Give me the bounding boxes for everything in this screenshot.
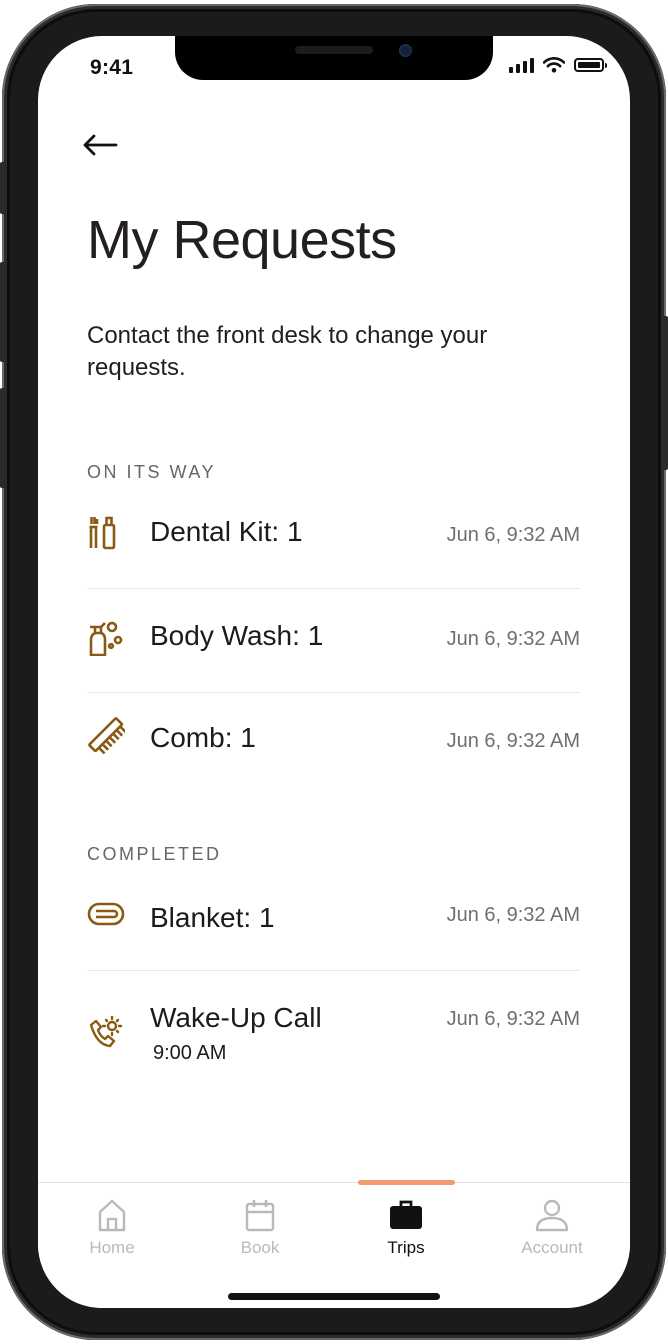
- request-detail: 9:00 AM: [153, 1042, 227, 1064]
- divider: [87, 588, 580, 589]
- back-arrow-icon[interactable]: [80, 130, 120, 160]
- page-subtitle: Contact the front desk to change your re…: [87, 322, 488, 381]
- status-icons: [509, 57, 607, 73]
- divider: [87, 970, 580, 971]
- mute-switch: [0, 162, 6, 214]
- volume-up-button: [0, 262, 6, 362]
- comb-icon: [88, 717, 125, 754]
- tab-account[interactable]: Account: [478, 1183, 626, 1273]
- home-icon: [98, 1199, 126, 1232]
- tab-label: Account: [521, 1238, 583, 1257]
- request-name: Wake-Up Call: [150, 1002, 322, 1033]
- tab-label: Home: [89, 1238, 135, 1257]
- power-button: [662, 316, 668, 470]
- request-item[interactable]: Wake-Up Call 9:00 AM Jun 6, 9:32 AM: [87, 994, 580, 1074]
- request-item[interactable]: Body Wash: 1 Jun 6, 9:32 AM: [87, 610, 580, 670]
- page-title: My Requests: [87, 210, 397, 270]
- blanket-icon: [87, 902, 125, 926]
- front-camera: [399, 44, 412, 57]
- tab-label: Trips: [387, 1238, 425, 1257]
- app-screen: 9:41 My Requests Contact the front desk …: [38, 36, 630, 1308]
- tab-label: Book: [240, 1238, 280, 1257]
- request-name: Comb: 1: [150, 722, 256, 753]
- body-wash-icon: [89, 621, 123, 656]
- earpiece-speaker: [295, 46, 373, 54]
- request-time: Jun 6, 9:32 AM: [446, 524, 580, 546]
- request-time: Jun 6, 9:32 AM: [446, 1008, 580, 1030]
- request-name: Body Wash: 1: [150, 620, 324, 651]
- request-item[interactable]: Blanket: 1 Jun 6, 9:32 AM: [87, 892, 580, 952]
- request-time: Jun 6, 9:32 AM: [446, 628, 580, 650]
- tab-book[interactable]: Book: [186, 1183, 334, 1273]
- tab-home[interactable]: Home: [38, 1183, 186, 1273]
- dental-kit-icon: [89, 516, 116, 550]
- bottom-tab-bar: Home Book Trips Account: [38, 1180, 630, 1308]
- request-time: Jun 6, 9:32 AM: [446, 904, 580, 926]
- user-icon: [535, 1199, 569, 1232]
- wifi-icon: [543, 57, 565, 73]
- section-label-completed: COMPLETED: [87, 844, 222, 864]
- request-time: Jun 6, 9:32 AM: [446, 730, 580, 752]
- volume-down-button: [0, 388, 6, 488]
- request-name: Dental Kit: 1: [150, 516, 303, 547]
- divider: [87, 692, 580, 693]
- home-indicator: [228, 1293, 440, 1300]
- status-time: 9:41: [90, 56, 134, 79]
- notch: [175, 36, 493, 80]
- request-item[interactable]: Dental Kit: 1 Jun 6, 9:32 AM: [87, 506, 580, 566]
- cellular-signal-icon: [509, 57, 534, 73]
- briefcase-icon: [390, 1200, 422, 1229]
- section-label-on-its-way: ON ITS WAY: [87, 462, 217, 482]
- request-name: Blanket: 1: [150, 902, 275, 933]
- tab-trips[interactable]: Trips: [332, 1183, 480, 1273]
- battery-icon: [574, 58, 607, 72]
- calendar-icon: [245, 1200, 275, 1232]
- wake-up-call-icon: [89, 1016, 123, 1048]
- request-item[interactable]: Comb: 1 Jun 6, 9:32 AM: [87, 712, 580, 772]
